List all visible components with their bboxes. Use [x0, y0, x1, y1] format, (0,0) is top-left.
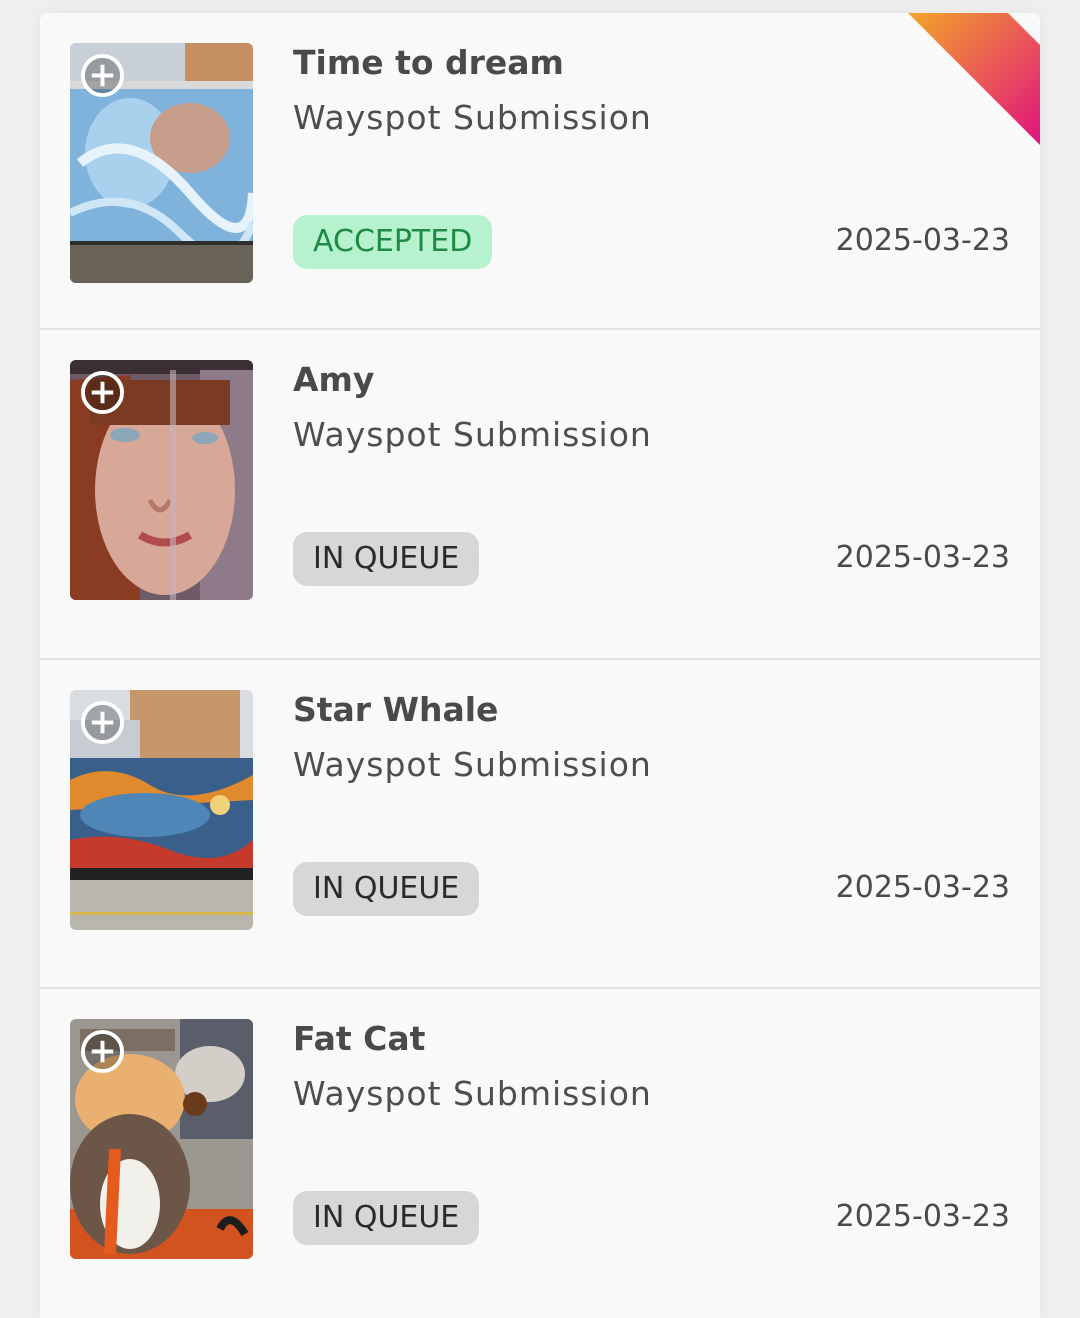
submission-date: 2025-03-23 [835, 540, 1010, 575]
corner-ribbon [908, 13, 1040, 145]
submission-card[interactable]: Time to dream Wayspot Submission ACCEPTE… [40, 13, 1040, 328]
submission-type: Wayspot Submission [293, 745, 652, 784]
submission-thumbnail[interactable] [70, 43, 253, 283]
submission-thumbnail[interactable] [70, 690, 253, 930]
submission-type: Wayspot Submission [293, 98, 652, 137]
plus-circle-icon[interactable] [80, 53, 125, 98]
submission-thumbnail[interactable] [70, 360, 253, 600]
status-badge: IN QUEUE [293, 862, 480, 916]
plus-circle-icon[interactable] [80, 370, 125, 415]
status-badge: IN QUEUE [293, 1191, 480, 1245]
submission-list: Time to dream Wayspot Submission ACCEPTE… [40, 13, 1040, 1318]
submission-date: 2025-03-23 [835, 1199, 1010, 1234]
submission-type: Wayspot Submission [293, 1074, 652, 1113]
submission-card[interactable]: Star Whale Wayspot Submission IN QUEUE 2… [40, 658, 1040, 975]
submission-title: Amy [293, 360, 375, 399]
submission-title: Star Whale [293, 690, 499, 729]
plus-circle-icon[interactable] [80, 1029, 125, 1074]
submission-date: 2025-03-23 [835, 223, 1010, 258]
submission-thumbnail[interactable] [70, 1019, 253, 1259]
submission-type: Wayspot Submission [293, 415, 652, 454]
submission-date: 2025-03-23 [835, 870, 1010, 905]
status-badge: IN QUEUE [293, 532, 480, 586]
submission-title: Time to dream [293, 43, 564, 82]
status-badge: ACCEPTED [293, 215, 493, 269]
submission-card[interactable]: Amy Wayspot Submission IN QUEUE 2025-03-… [40, 328, 1040, 645]
submission-title: Fat Cat [293, 1019, 426, 1058]
submission-card[interactable]: Fat Cat Wayspot Submission IN QUEUE 2025… [40, 987, 1040, 1304]
plus-circle-icon[interactable] [80, 700, 125, 745]
